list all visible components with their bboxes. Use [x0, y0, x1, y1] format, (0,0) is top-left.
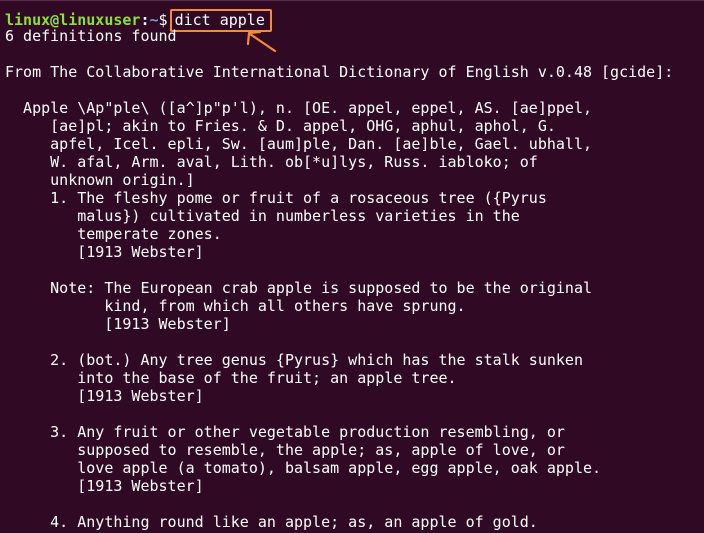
output-line: [1913 Webster]	[5, 243, 204, 261]
output-line: love apple (a tomato), balsam apple, egg…	[5, 459, 602, 477]
output-line: Note: The European crab apple is suppose…	[5, 279, 592, 297]
output-line: 4. Anything round like an apple; as, an …	[5, 513, 538, 531]
output-line: [ae]pl; akin to Fries. & D. appel, OHG, …	[5, 117, 556, 135]
output-line: [1913 Webster]	[5, 387, 204, 405]
prompt-line: linux@linuxuser:~$ dict apple	[5, 9, 272, 32]
output-line: 3. Any fruit or other vegetable producti…	[5, 423, 565, 441]
output-line: 2. (bot.) Any tree genus {Pyrus} which h…	[5, 351, 583, 369]
output-line: kind, from which all others have sprung.	[5, 297, 466, 315]
output-line: supposed to resemble, the apple; as, app…	[5, 441, 565, 459]
output-line: Apple \Ap"ple\ ([a^]p"p'l), n. [OE. appe…	[5, 99, 592, 117]
annotation-arrow-icon	[246, 30, 277, 53]
output-line: [1913 Webster]	[5, 477, 204, 495]
terminal-window[interactable]: linux@linuxuser:~$ dict apple 6 definitio…	[0, 0, 704, 533]
output-line: From The Collaborative International Dic…	[5, 63, 674, 81]
output-line: temperate zones.	[5, 225, 222, 243]
output-line: unknown origin.]	[5, 171, 195, 189]
output-line: 1. The fleshy pome or fruit of a rosaceo…	[5, 189, 547, 207]
output-line: apfel, Icel. epli, Sw. [aum]ple, Dan. [a…	[5, 135, 592, 153]
output-line: [1913 Webster]	[5, 315, 231, 333]
output-line: 6 definitions found	[5, 27, 177, 45]
command-text: dict apple	[174, 11, 265, 29]
output-line: malus}) cultivated in numberless varieti…	[5, 207, 520, 225]
output-line: W. afal, Arm. aval, Lith. ob[*u]lys, Rus…	[5, 153, 538, 171]
output-line: into the base of the fruit; an apple tre…	[5, 369, 457, 387]
